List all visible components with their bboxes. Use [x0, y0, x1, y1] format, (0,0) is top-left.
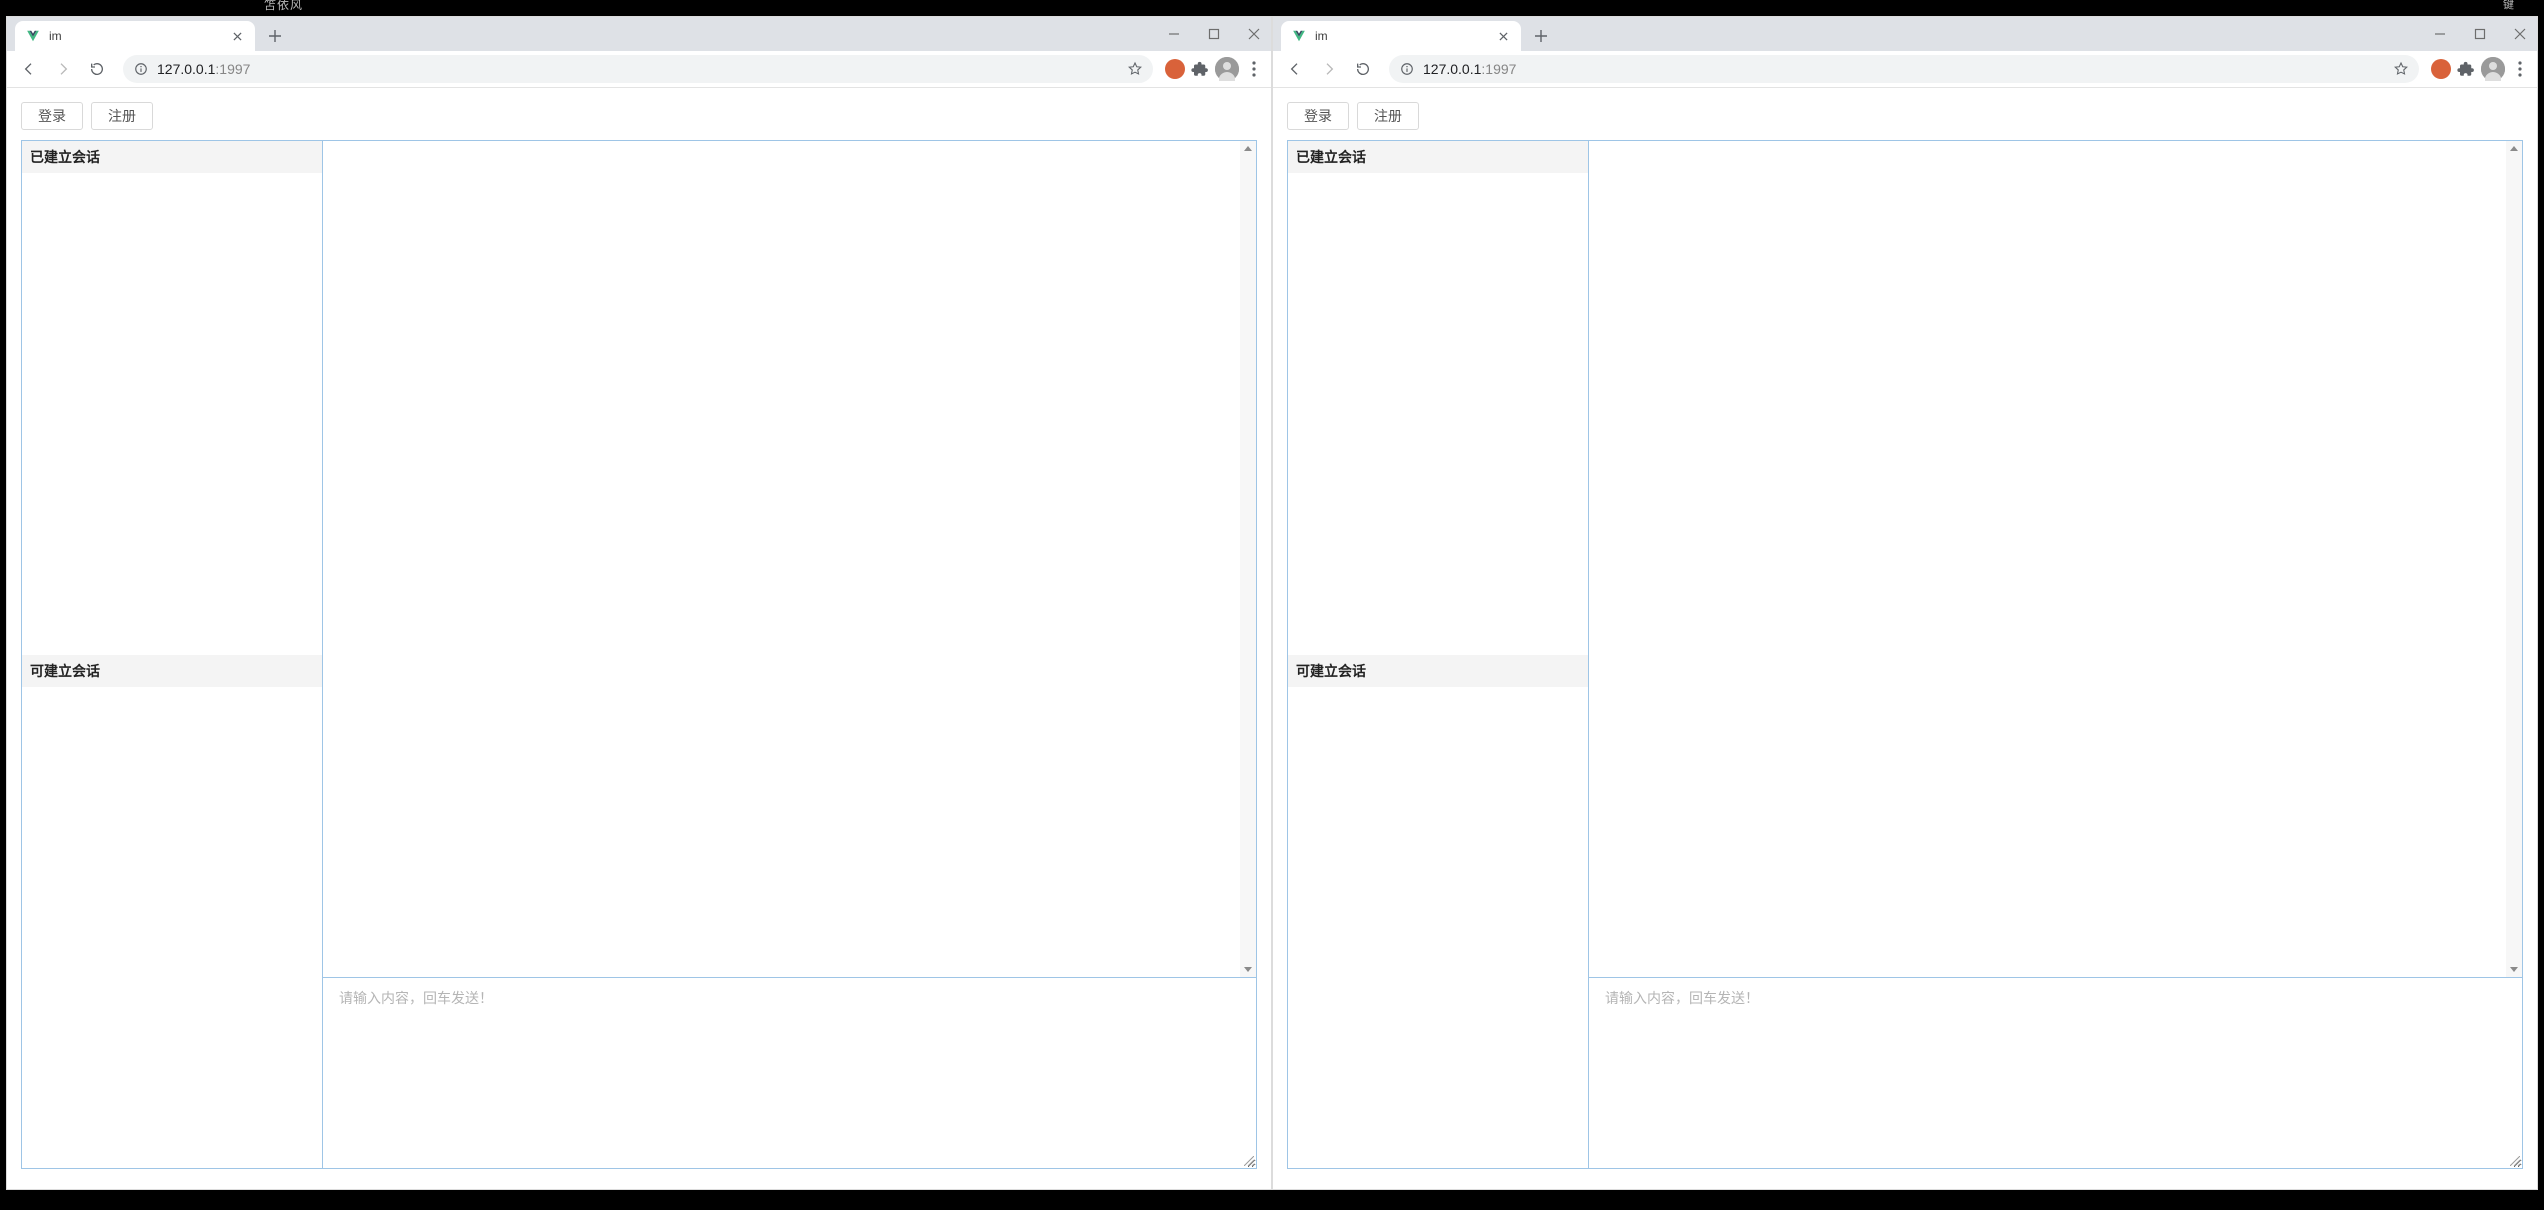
profile-avatar-icon[interactable]: [1215, 57, 1239, 81]
established-sessions-list[interactable]: [1288, 173, 1588, 655]
chat-area: [1589, 141, 2522, 1168]
titlebar: im: [7, 17, 1271, 51]
input-panel: [323, 977, 1256, 1168]
auth-button-row: 登录 注册: [1287, 102, 2523, 130]
new-tab-button[interactable]: [261, 22, 289, 50]
screenshot-root: 笘依风 键 im: [0, 0, 2544, 1210]
titlebar: im: [1273, 17, 2537, 51]
chrome-menu-icon[interactable]: [2511, 60, 2529, 78]
nav-forward-icon[interactable]: [1315, 55, 1343, 83]
login-button[interactable]: 登录: [1287, 102, 1349, 130]
scroll-track[interactable]: [2506, 157, 2522, 961]
window-controls: [2433, 17, 2537, 51]
address-text: 127.0.0.1:1997: [157, 61, 1119, 77]
available-sessions-header: 可建立会话: [1288, 655, 1588, 687]
toolbar: 127.0.0.1:1997: [7, 51, 1271, 88]
bookmark-star-icon[interactable]: [2393, 61, 2409, 77]
browser-tab[interactable]: im: [15, 21, 255, 51]
tab-title: im: [49, 29, 221, 43]
site-info-icon[interactable]: [1399, 61, 1415, 77]
extension-icon[interactable]: [1165, 59, 1185, 79]
page-content: 登录 注册 已建立会话 可建立会话: [1273, 88, 2537, 1189]
main-layout: 已建立会话 可建立会话: [21, 140, 1257, 1169]
extension-icon[interactable]: [2431, 59, 2451, 79]
nav-reload-icon[interactable]: [1349, 55, 1377, 83]
address-bar[interactable]: 127.0.0.1:1997: [123, 55, 1153, 83]
chrome-menu-icon[interactable]: [1245, 60, 1263, 78]
scroll-up-icon[interactable]: [2506, 141, 2522, 157]
scroll-down-icon[interactable]: [2506, 961, 2522, 977]
established-sessions-section: 已建立会话: [22, 141, 322, 655]
register-button[interactable]: 注册: [1357, 102, 1419, 130]
messages-scrollbar[interactable]: [2506, 141, 2522, 977]
tabstrip: im: [7, 17, 1271, 51]
window-right-container: im: [1272, 16, 2538, 1190]
established-sessions-list[interactable]: [22, 173, 322, 655]
window-left-container: im: [6, 16, 1272, 1190]
textarea-resize-grip-icon[interactable]: [2510, 1156, 2520, 1166]
available-sessions-header: 可建立会话: [22, 655, 322, 687]
browser-window: im: [6, 16, 1272, 1190]
input-panel: [1589, 977, 2522, 1168]
page-content: 登录 注册 已建立会话 可建立会话: [7, 88, 1271, 1189]
window-maximize-icon[interactable]: [2473, 27, 2487, 41]
window-minimize-icon[interactable]: [2433, 27, 2447, 41]
scroll-track[interactable]: [1240, 157, 1256, 961]
browser-tab[interactable]: im: [1281, 21, 1521, 51]
sidebar: 已建立会话 可建立会话: [1288, 141, 1589, 1168]
nav-forward-icon[interactable]: [49, 55, 77, 83]
messages-scrollbar[interactable]: [1240, 141, 1256, 977]
window-close-icon[interactable]: [2513, 27, 2527, 41]
profile-avatar-icon[interactable]: [2481, 57, 2505, 81]
window-close-icon[interactable]: [1247, 27, 1261, 41]
scroll-up-icon[interactable]: [1240, 141, 1256, 157]
nav-back-icon[interactable]: [1281, 55, 1309, 83]
available-sessions-list[interactable]: [1288, 687, 1588, 1169]
window-minimize-icon[interactable]: [1167, 27, 1181, 41]
textarea-resize-grip-icon[interactable]: [1244, 1156, 1254, 1166]
window-controls: [1167, 17, 1271, 51]
established-sessions-section: 已建立会话: [1288, 141, 1588, 655]
desktop-text-fragment-right: 键: [2503, 0, 2514, 10]
desktop-text-fragment: 笘依风: [264, 0, 303, 10]
site-info-icon[interactable]: [133, 61, 149, 77]
vue-favicon-icon: [1291, 28, 1307, 44]
tabstrip: im: [1273, 17, 2537, 51]
nav-reload-icon[interactable]: [83, 55, 111, 83]
window-maximize-icon[interactable]: [1207, 27, 1221, 41]
sidebar: 已建立会话 可建立会话: [22, 141, 323, 1168]
available-sessions-section: 可建立会话: [22, 655, 322, 1169]
bookmark-star-icon[interactable]: [1127, 61, 1143, 77]
established-sessions-header: 已建立会话: [22, 141, 322, 173]
extensions-puzzle-icon[interactable]: [1191, 60, 1209, 78]
auth-button-row: 登录 注册: [21, 102, 1257, 130]
toolbar: 127.0.0.1:1997: [1273, 51, 2537, 88]
messages-area[interactable]: [1589, 141, 2522, 977]
browser-window: im: [1272, 16, 2538, 1190]
new-tab-button[interactable]: [1527, 22, 1555, 50]
tab-close-icon[interactable]: [1495, 28, 1511, 44]
messages-area[interactable]: [323, 141, 1256, 977]
vue-favicon-icon: [25, 28, 41, 44]
tab-close-icon[interactable]: [229, 28, 245, 44]
address-bar[interactable]: 127.0.0.1:1997: [1389, 55, 2419, 83]
message-input[interactable]: [323, 978, 1256, 1168]
address-text: 127.0.0.1:1997: [1423, 61, 2385, 77]
available-sessions-list[interactable]: [22, 687, 322, 1169]
register-button[interactable]: 注册: [91, 102, 153, 130]
chat-area: [323, 141, 1256, 1168]
nav-back-icon[interactable]: [15, 55, 43, 83]
established-sessions-header: 已建立会话: [1288, 141, 1588, 173]
login-button[interactable]: 登录: [21, 102, 83, 130]
scroll-down-icon[interactable]: [1240, 961, 1256, 977]
available-sessions-section: 可建立会话: [1288, 655, 1588, 1169]
message-input[interactable]: [1589, 978, 2522, 1168]
extensions-puzzle-icon[interactable]: [2457, 60, 2475, 78]
tab-title: im: [1315, 29, 1487, 43]
main-layout: 已建立会话 可建立会话: [1287, 140, 2523, 1169]
